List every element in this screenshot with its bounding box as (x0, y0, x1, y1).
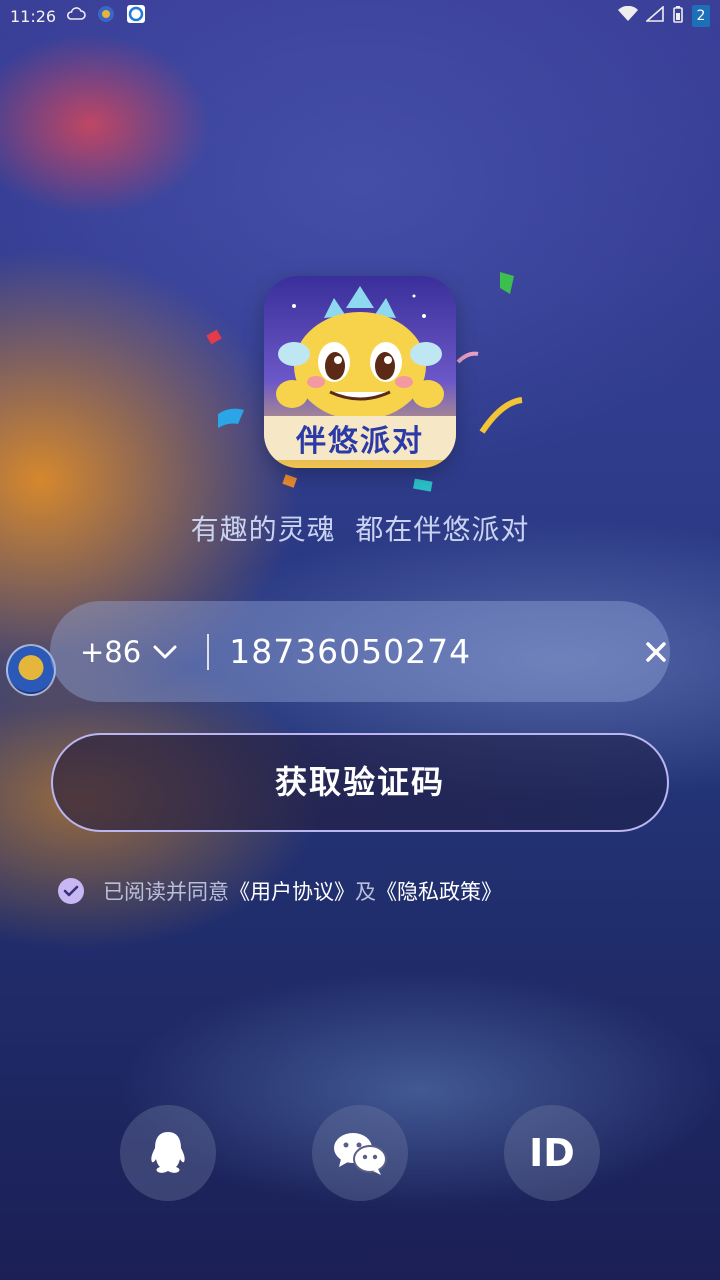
signal-icon (644, 5, 664, 26)
battery-icon (672, 5, 684, 27)
qq-icon (151, 1132, 185, 1173)
cloud-icon (66, 6, 86, 26)
id-login-button[interactable]: ID (504, 1105, 600, 1201)
wechat-icon (334, 1133, 387, 1175)
browser-icon (126, 4, 146, 28)
wechat-login-button[interactable] (312, 1105, 408, 1201)
chevron-down-icon (153, 645, 177, 658)
agreement-and: 及 (355, 880, 376, 904)
check-icon (63, 885, 79, 897)
qq-login-button[interactable] (120, 1105, 216, 1201)
wifi-icon (618, 5, 638, 26)
phone-input[interactable] (229, 632, 646, 671)
agreement-checkbox[interactable] (58, 878, 84, 904)
close-icon (646, 641, 666, 662)
country-code-selector[interactable]: +86 (80, 633, 210, 670)
app-notify-icon (96, 5, 116, 27)
user-agreement-link[interactable]: 《用户协议》 (229, 876, 355, 906)
phone-field: +86 (50, 601, 670, 702)
status-time: 11:26 (10, 6, 57, 26)
id-login-label: ID (529, 1131, 575, 1175)
status-bar: 11:26 2 (0, 0, 720, 32)
tagline: 有趣的灵魂 都在伴悠派对 (190, 513, 530, 546)
country-code-label: +86 (80, 634, 142, 669)
notification-badge: 2 (692, 5, 710, 27)
agreement-prefix: 已阅读并同意 (103, 880, 229, 904)
app-logo: 伴悠派对 (264, 276, 456, 468)
get-code-button[interactable]: 获取验证码 (51, 733, 669, 832)
floating-assistant-avatar[interactable] (6, 644, 56, 696)
logo-text: 伴悠派对 (264, 416, 456, 460)
privacy-policy-link[interactable]: 《隐私政策》 (376, 876, 502, 906)
agreement-row: 已阅读并同意 《用户协议》 及 《隐私政策》 (58, 876, 502, 906)
clear-button[interactable] (645, 637, 667, 667)
